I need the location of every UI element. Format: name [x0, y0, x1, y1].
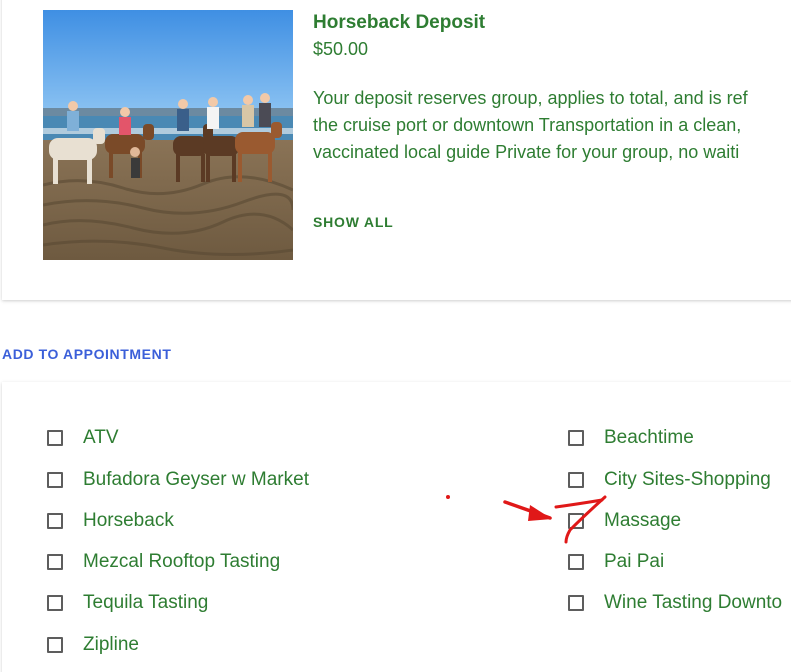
product-card: Horseback Deposit $50.00 Your deposit re… [2, 0, 791, 300]
checkbox[interactable] [47, 472, 63, 488]
option-label: Pai Pai [604, 551, 665, 572]
option-horseback[interactable]: Horseback [47, 509, 174, 533]
option-atv[interactable]: ATV [47, 426, 119, 450]
option-wine-tasting[interactable]: Wine Tasting Downto [568, 591, 782, 615]
description-line: the cruise port or downtown Transportati… [313, 115, 742, 135]
option-pai-pai[interactable]: Pai Pai [568, 550, 664, 574]
horseback-beach-photo [43, 10, 293, 260]
option-tequila-tasting[interactable]: Tequila Tasting [47, 591, 208, 615]
product-title: Horseback Deposit [313, 12, 486, 33]
checkbox[interactable] [568, 430, 584, 446]
product-image [43, 10, 293, 260]
product-description: Your deposit reserves group, applies to … [313, 85, 791, 166]
option-label: Massage [604, 510, 682, 531]
checkbox[interactable] [47, 554, 63, 570]
option-label: Zipline [83, 634, 139, 655]
checkbox[interactable] [568, 472, 584, 488]
checkbox[interactable] [47, 595, 63, 611]
option-label: Mezcal Rooftop Tasting [83, 551, 281, 572]
description-line: Your deposit reserves group, applies to … [313, 88, 748, 108]
checkbox[interactable] [568, 554, 584, 570]
option-label: Beachtime [604, 427, 694, 448]
option-label: Wine Tasting Downto [604, 592, 783, 613]
product-price: $50.00 [313, 39, 369, 59]
option-city-sites-shopping[interactable]: City Sites-Shopping [568, 468, 771, 492]
option-label: City Sites-Shopping [604, 469, 771, 490]
checkbox[interactable] [568, 595, 584, 611]
option-beachtime[interactable]: Beachtime [568, 426, 694, 450]
option-label: ATV [83, 427, 119, 448]
checkbox[interactable] [47, 637, 63, 653]
option-massage[interactable]: Massage [568, 509, 681, 533]
option-mezcal-rooftop[interactable]: Mezcal Rooftop Tasting [47, 550, 280, 574]
option-zipline[interactable]: Zipline [47, 633, 139, 657]
checkbox[interactable] [47, 430, 63, 446]
option-label: Bufadora Geyser w Market [83, 469, 309, 490]
add-to-appointment-link[interactable]: ADD TO APPOINTMENT [2, 346, 171, 362]
option-label: Horseback [83, 510, 174, 531]
description-line: vaccinated local guide Private for your … [313, 142, 740, 162]
option-bufadora-geyser[interactable]: Bufadora Geyser w Market [47, 468, 309, 492]
page: Horseback Deposit $50.00 Your deposit re… [0, 0, 791, 672]
checkbox[interactable] [568, 513, 584, 529]
show-all-button[interactable]: SHOW ALL [313, 214, 394, 230]
options-card: ATV Bufadora Geyser w Market Horseback M… [2, 382, 791, 672]
option-label: Tequila Tasting [83, 592, 209, 613]
checkbox[interactable] [47, 513, 63, 529]
